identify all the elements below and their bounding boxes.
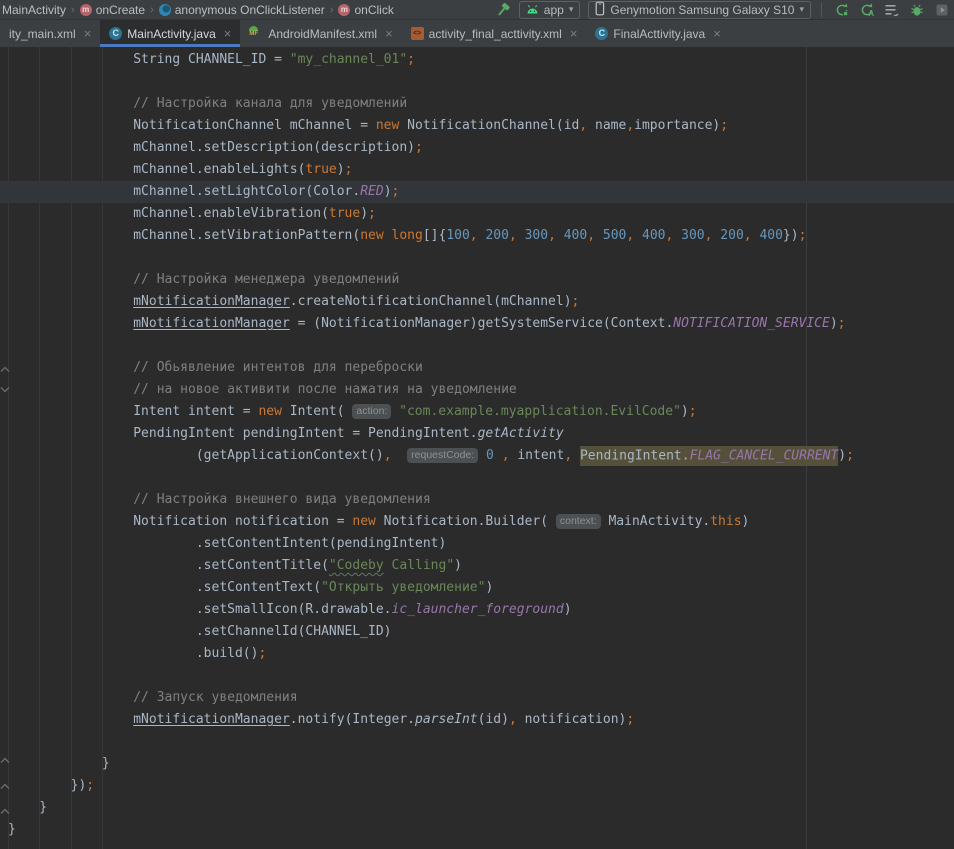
code-line[interactable]: } <box>0 753 954 775</box>
parameter-hint: action: <box>352 404 391 419</box>
tab-androidmanifest-xml[interactable]: MF AndroidManifest.xml × <box>240 20 401 47</box>
android-head-icon <box>526 3 539 17</box>
fold-up-icon[interactable] <box>0 804 10 814</box>
breadcrumb-separator-icon: › <box>149 4 155 16</box>
close-icon[interactable]: × <box>385 27 393 40</box>
breadcrumb-separator-icon: › <box>329 4 335 16</box>
fold-up-icon[interactable] <box>0 362 10 372</box>
code-line[interactable]: // на новое активити после нажатия на ув… <box>0 379 954 401</box>
code-line[interactable]: // Обьявление интентов для переброски <box>0 357 954 379</box>
code-line[interactable]: mChannel.setLightColor(Color.RED); <box>0 181 954 203</box>
code-line[interactable]: // Настройка менеджера уведомлений <box>0 269 954 291</box>
code-area[interactable]: String CHANNEL_ID = "my_channel_01"; // … <box>0 47 954 841</box>
breadcrumb-separator-icon: › <box>70 4 76 16</box>
device-select[interactable]: Genymotion Samsung Galaxy S10 ▾ <box>588 1 811 19</box>
debug-icon[interactable] <box>909 2 925 18</box>
parameter-hint: context: <box>556 514 601 529</box>
code-line[interactable]: }); <box>0 775 954 797</box>
code-line[interactable]: (getApplicationContext(), requestCode: 0… <box>0 445 954 467</box>
java-class-icon: C <box>595 27 608 40</box>
breadcrumb-item[interactable]: monClick <box>338 3 393 17</box>
code-line[interactable] <box>0 335 954 357</box>
profile-icon[interactable] <box>934 2 950 18</box>
code-line[interactable]: Intent intent = new Intent( action: "com… <box>0 401 954 423</box>
code-line[interactable]: .setContentIntent(pendingIntent) <box>0 533 954 555</box>
code-line[interactable]: mChannel.setDescription(description); <box>0 137 954 159</box>
close-icon[interactable]: × <box>570 27 578 40</box>
code-line[interactable]: mNotificationManager = (NotificationMana… <box>0 313 954 335</box>
breadcrumb: MainActivity › monCreate › anonymous OnClick… <box>2 3 495 17</box>
chevron-down-icon: ▾ <box>569 4 574 15</box>
run-configuration-label: app <box>544 3 564 17</box>
code-line[interactable] <box>0 71 954 93</box>
breadcrumb-item[interactable]: MainActivity <box>2 3 66 17</box>
code-line[interactable]: // Настройка внешнего вида уведомления <box>0 489 954 511</box>
code-line[interactable]: String CHANNEL_ID = "my_channel_01"; <box>0 49 954 71</box>
code-line[interactable]: mNotificationManager.createNotificationC… <box>0 291 954 313</box>
code-line[interactable] <box>0 247 954 269</box>
edit-run-configurations-icon[interactable] <box>884 2 900 18</box>
code-line[interactable]: Notification notification = new Notifica… <box>0 511 954 533</box>
code-line[interactable]: PendingIntent pendingIntent = PendingInt… <box>0 423 954 445</box>
apply-code-changes-icon[interactable]: A <box>859 2 875 18</box>
method-icon: m <box>80 4 92 16</box>
close-icon[interactable]: × <box>84 27 92 40</box>
tab-label: MainActivity.java <box>127 27 215 41</box>
toolbar-separator <box>821 3 822 17</box>
anonymous-class-icon <box>159 4 171 16</box>
code-line[interactable]: .setSmallIcon(R.drawable.ic_launcher_for… <box>0 599 954 621</box>
main-toolbar: MainActivity › monCreate › anonymous OnClick… <box>0 0 954 20</box>
code-line[interactable]: mChannel.setVibrationPattern(new long[]{… <box>0 225 954 247</box>
layout-xml-icon: <> <box>411 27 424 40</box>
fold-up-icon[interactable] <box>0 779 10 789</box>
code-line[interactable]: NotificationChannel mChannel = new Notif… <box>0 115 954 137</box>
tab-ity-main-xml[interactable]: ity_main.xml × <box>0 20 100 47</box>
code-line[interactable]: .setChannelId(CHANNEL_ID) <box>0 621 954 643</box>
parameter-hint: requestCode: <box>407 448 478 463</box>
build-hammer-icon[interactable] <box>495 2 511 18</box>
tab-label: AndroidManifest.xml <box>268 27 377 41</box>
code-line[interactable]: mNotificationManager.notify(Integer.pars… <box>0 709 954 731</box>
code-line[interactable]: } <box>0 819 954 841</box>
device-label: Genymotion Samsung Galaxy S10 <box>610 3 794 17</box>
svg-text:A: A <box>868 9 874 18</box>
tab-label: activity_final_acttivity.xml <box>429 27 562 41</box>
tab-mainactivity-java[interactable]: C MainActivity.java × <box>100 20 240 47</box>
apply-changes-restart-icon[interactable] <box>834 2 850 18</box>
code-line[interactable]: // Запуск уведомления <box>0 687 954 709</box>
code-line[interactable] <box>0 665 954 687</box>
tab-label: FinalActtivity.java <box>613 27 705 41</box>
fold-down-icon[interactable] <box>0 381 10 391</box>
code-line[interactable]: .build(); <box>0 643 954 665</box>
close-icon[interactable]: × <box>224 27 232 40</box>
code-line[interactable]: } <box>0 797 954 819</box>
editor-tab-bar: ity_main.xml × C MainActivity.java × MF Androi… <box>0 20 954 47</box>
code-line[interactable] <box>0 467 954 489</box>
breadcrumb-item[interactable]: monCreate <box>80 3 145 17</box>
tab-finalacttivity-java[interactable]: C FinalActtivity.java × <box>586 20 729 47</box>
code-line[interactable] <box>0 731 954 753</box>
breadcrumb-item[interactable]: anonymous OnClickListener <box>159 3 325 17</box>
toolbar-actions: A <box>834 2 950 18</box>
method-icon: m <box>338 4 350 16</box>
close-icon[interactable]: × <box>713 27 721 40</box>
tab-label: ity_main.xml <box>9 27 76 41</box>
code-line[interactable]: mChannel.enableVibration(true); <box>0 203 954 225</box>
manifest-icon: MF <box>249 26 263 41</box>
phone-icon <box>595 1 605 19</box>
code-line[interactable]: mChannel.enableLights(true); <box>0 159 954 181</box>
code-line[interactable]: // Настройка канала для уведомлений <box>0 93 954 115</box>
code-editor[interactable]: String CHANNEL_ID = "my_channel_01"; // … <box>0 47 954 849</box>
code-line[interactable]: .setContentText("Открыть уведомление") <box>0 577 954 599</box>
tab-activity-final-acttivity-xml[interactable]: <> activity_final_acttivity.xml × <box>402 20 587 47</box>
fold-up-icon[interactable] <box>0 753 10 763</box>
java-class-icon: C <box>109 27 122 40</box>
toolbar-run-controls: app ▾ Genymotion Samsung Galaxy S10 ▾ A <box>495 1 950 19</box>
chevron-down-icon: ▾ <box>799 4 804 15</box>
run-configuration-select[interactable]: app ▾ <box>519 1 581 19</box>
code-line[interactable]: .setContentTitle("Codeby Calling") <box>0 555 954 577</box>
